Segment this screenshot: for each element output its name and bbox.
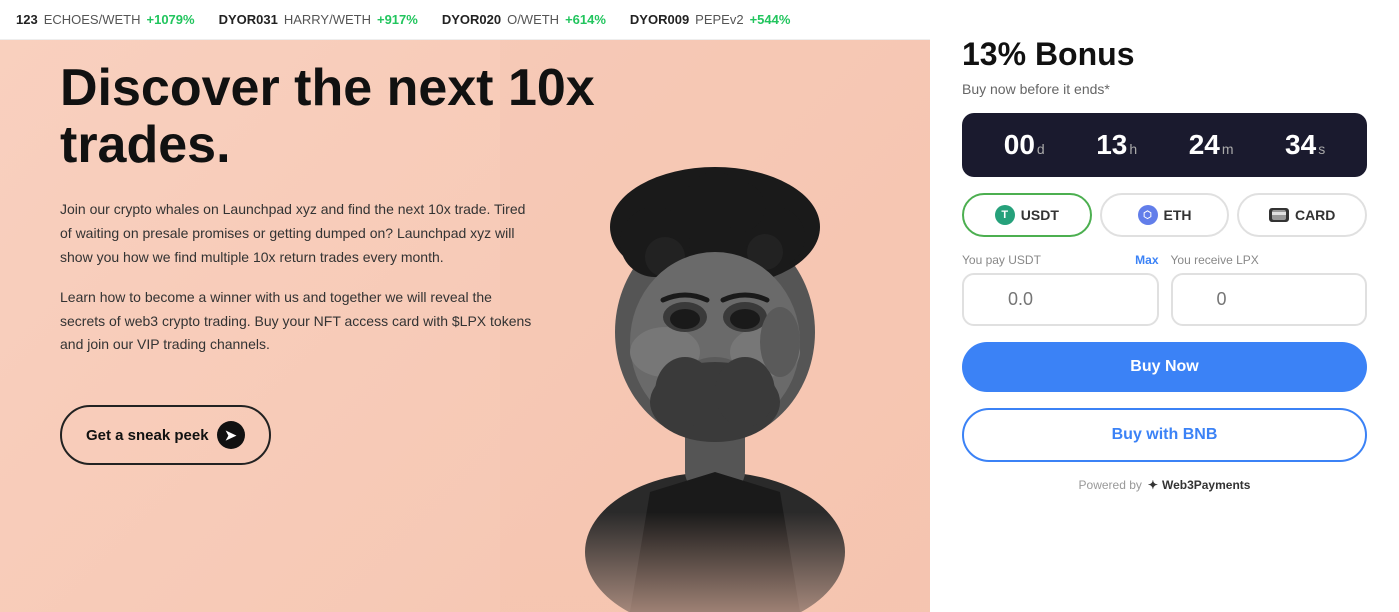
hero-title: Discover the next 10x trades. bbox=[60, 60, 620, 174]
countdown-timer: 00 d 13 h 24 m 34 s bbox=[962, 113, 1367, 177]
ticker-code: DYOR020 bbox=[442, 12, 501, 27]
pay-input[interactable] bbox=[962, 273, 1159, 326]
buy-now-button[interactable]: Buy Now bbox=[962, 342, 1367, 392]
tab-usdt-label: USDT bbox=[1021, 207, 1059, 223]
pay-label-row: You pay USDT Max bbox=[962, 253, 1159, 267]
countdown-minutes: 24 m bbox=[1189, 129, 1234, 161]
eth-icon: ⬡ bbox=[1138, 205, 1158, 225]
pay-label: You pay USDT bbox=[962, 253, 1041, 267]
ticker-pair: PEPEv2 bbox=[695, 12, 743, 27]
pay-input-group: You pay USDT Max T bbox=[962, 253, 1159, 326]
countdown-hours-value: 13 bbox=[1096, 129, 1127, 161]
countdown-seconds-value: 34 bbox=[1285, 129, 1316, 161]
payment-tabs: T USDT ⬡ ETH CARD bbox=[962, 193, 1367, 237]
buy-bnb-button[interactable]: Buy with BNB bbox=[962, 408, 1367, 462]
countdown-days-value: 00 bbox=[1004, 129, 1035, 161]
tab-card[interactable]: CARD bbox=[1237, 193, 1367, 237]
receive-input-group: You receive LPX ◎ bbox=[1171, 253, 1368, 326]
ticker-gain: +1079% bbox=[147, 12, 195, 27]
ticker-item-3: DYOR020 O/WETH +614% bbox=[442, 12, 606, 27]
ticker-bar: 123 ECHOES/WETH +1079% DYOR031 HARRY/WET… bbox=[0, 0, 930, 40]
ticker-item-2: DYOR031 HARRY/WETH +917% bbox=[219, 12, 418, 27]
bonus-title: 13% Bonus bbox=[962, 36, 1367, 73]
countdown-minutes-value: 24 bbox=[1189, 129, 1220, 161]
max-button[interactable]: Max bbox=[1135, 253, 1158, 267]
tab-eth[interactable]: ⬡ ETH bbox=[1100, 193, 1230, 237]
ticker-pair: HARRY/WETH bbox=[284, 12, 371, 27]
sneak-peek-button[interactable]: Get a sneak peek ➤ bbox=[60, 405, 271, 465]
ticker-gain: +544% bbox=[750, 12, 791, 27]
ticker-gain: +614% bbox=[565, 12, 606, 27]
ticker-item-1: 123 ECHOES/WETH +1079% bbox=[16, 12, 195, 27]
countdown-days: 00 d bbox=[1004, 129, 1045, 161]
countdown-days-label: d bbox=[1037, 141, 1045, 157]
receive-label-row: You receive LPX bbox=[1171, 253, 1368, 267]
bonus-subtitle: Buy now before it ends* bbox=[962, 81, 1367, 97]
countdown-seconds: 34 s bbox=[1285, 129, 1325, 161]
countdown-hours-label: h bbox=[1129, 141, 1137, 157]
card-icon bbox=[1269, 208, 1289, 222]
ticker-code: DYOR031 bbox=[219, 12, 278, 27]
tab-eth-label: ETH bbox=[1164, 207, 1192, 223]
receive-input-wrapper: ◎ bbox=[1171, 273, 1368, 326]
usdt-icon: T bbox=[995, 205, 1015, 225]
hero-desc-2: Learn how to become a winner with us and… bbox=[60, 286, 540, 357]
receive-label: You receive LPX bbox=[1171, 253, 1259, 267]
ticker-pair: ECHOES/WETH bbox=[44, 12, 141, 27]
web3-brand-label: Web3Payments bbox=[1162, 478, 1250, 492]
tab-usdt[interactable]: T USDT bbox=[962, 193, 1092, 237]
arrow-right-icon: ➤ bbox=[217, 421, 245, 449]
web3-bullet: ✦ bbox=[1148, 478, 1158, 492]
tab-card-label: CARD bbox=[1295, 207, 1335, 223]
hero-content: Discover the next 10x trades. Join our c… bbox=[60, 60, 620, 465]
web3payments-logo: ✦ Web3Payments bbox=[1148, 478, 1251, 492]
receive-input[interactable] bbox=[1171, 273, 1368, 326]
ticker-code: 123 bbox=[16, 12, 38, 27]
pay-input-wrapper: T bbox=[962, 273, 1159, 326]
ticker-pair: O/WETH bbox=[507, 12, 559, 27]
ticker-gain: +917% bbox=[377, 12, 418, 27]
powered-by-label: Powered by bbox=[1079, 478, 1142, 492]
hero-desc-1: Join our crypto whales on Launchpad xyz … bbox=[60, 198, 540, 269]
input-row: You pay USDT Max T You receive LPX ◎ bbox=[962, 253, 1367, 326]
sneak-peek-label: Get a sneak peek bbox=[86, 427, 209, 444]
left-panel: 123 ECHOES/WETH +1079% DYOR031 HARRY/WET… bbox=[0, 0, 930, 612]
countdown-seconds-label: s bbox=[1318, 141, 1325, 157]
countdown-hours: 13 h bbox=[1096, 129, 1137, 161]
ticker-code: DYOR009 bbox=[630, 12, 689, 27]
countdown-minutes-label: m bbox=[1222, 141, 1234, 157]
ticker-item-4: DYOR009 PEPEv2 +544% bbox=[630, 12, 791, 27]
right-panel: 13% Bonus Buy now before it ends* 00 d 1… bbox=[930, 0, 1399, 612]
powered-by-row: Powered by ✦ Web3Payments bbox=[962, 478, 1367, 492]
